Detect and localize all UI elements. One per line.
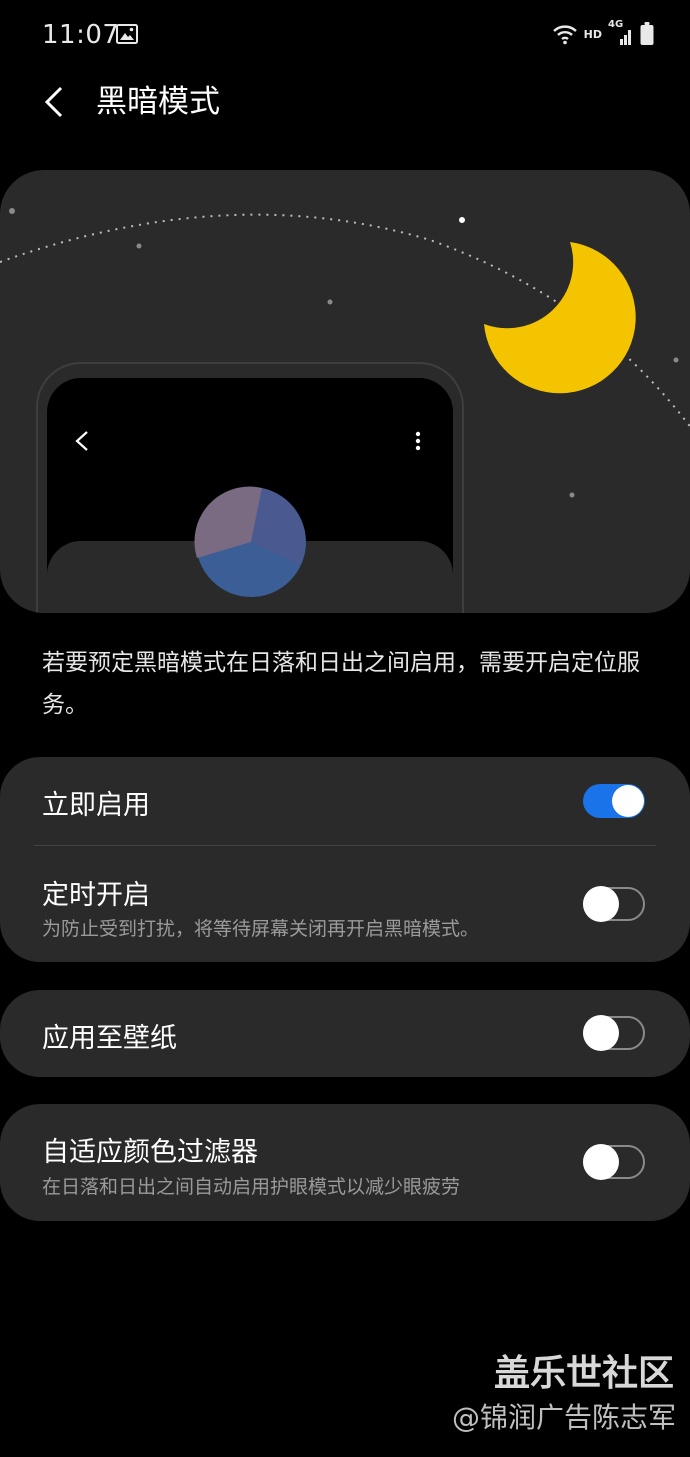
scheduled-subtitle: 为防止受到打扰，将等待屏幕关闭再开启黑暗模式。 [42, 918, 480, 940]
page-title: 黑暗模式 [96, 84, 220, 120]
scheduled-toggle[interactable] [583, 886, 645, 922]
apply-wallpaper-toggle[interactable] [583, 1015, 645, 1051]
network-hd-label: HD [583, 27, 602, 41]
moon-icon [484, 242, 636, 394]
adaptive-filter-subtitle: 在日落和日出之间自动启用护眼模式以减少眼疲劳 [42, 1176, 461, 1198]
night-sky-graphic [0, 208, 690, 613]
star-icon [673, 357, 679, 363]
header: 黑暗模式 [0, 68, 690, 140]
status-time: 11:07 [42, 20, 120, 50]
dark-mode-illustration [0, 170, 690, 613]
chevron-left-icon [44, 86, 63, 118]
star-icon [9, 208, 15, 214]
preview-phone [36, 362, 464, 613]
watermark-author: @锦润广告陈志军 [451, 1401, 676, 1434]
adaptive-filter-row[interactable]: 自适应颜色过滤器 在日落和日出之间自动启用护眼模式以减少眼疲劳 [0, 1104, 690, 1221]
star-icon [459, 217, 465, 223]
signal-icon [620, 30, 631, 45]
toggle-knob [583, 1015, 619, 1051]
battery-icon [640, 22, 654, 45]
star-icon [136, 243, 142, 249]
wifi-icon [552, 25, 577, 45]
apply-wallpaper-label: 应用至壁纸 [42, 1023, 177, 1054]
toggle-knob [583, 1144, 619, 1180]
status-icons: HD 4G [552, 19, 654, 48]
scheduled-row[interactable]: 定时开启 为防止受到打扰，将等待屏幕关闭再开启黑暗模式。 [0, 846, 690, 962]
location-description: 若要预定黑暗模式在日落和日出之间启用，需要开启定位服务。 [42, 650, 640, 718]
turn-on-now-label: 立即启用 [42, 790, 150, 821]
adaptive-filter-label: 自适应颜色过滤器 [42, 1137, 258, 1168]
toggle-knob [583, 886, 619, 922]
image-icon [116, 24, 138, 44]
more-vertical-icon [415, 431, 421, 451]
adaptive-filter-toggle[interactable] [583, 1144, 645, 1180]
star-icon [569, 492, 575, 498]
scheduled-label: 定时开启 [42, 880, 150, 911]
signal-group: 4G [608, 19, 634, 47]
status-bar: 11:07 HD 4G [0, 0, 690, 68]
turn-on-now-toggle[interactable] [583, 784, 645, 818]
dark-mode-card: 立即启用 定时开启 为防止受到打扰，将等待屏幕关闭再开启黑暗模式。 [0, 757, 690, 962]
back-button[interactable] [34, 82, 74, 122]
watermark-title: 盖乐世社区 [493, 1353, 674, 1394]
apply-wallpaper-row[interactable]: 应用至壁纸 [0, 990, 690, 1077]
wallpaper-card: 应用至壁纸 [0, 990, 690, 1077]
star-icon [327, 299, 333, 305]
turn-on-now-row[interactable]: 立即启用 [0, 757, 690, 845]
toggle-knob [612, 785, 644, 817]
adaptive-filter-card: 自适应颜色过滤器 在日落和日出之间自动启用护眼模式以减少眼疲劳 [0, 1104, 690, 1221]
